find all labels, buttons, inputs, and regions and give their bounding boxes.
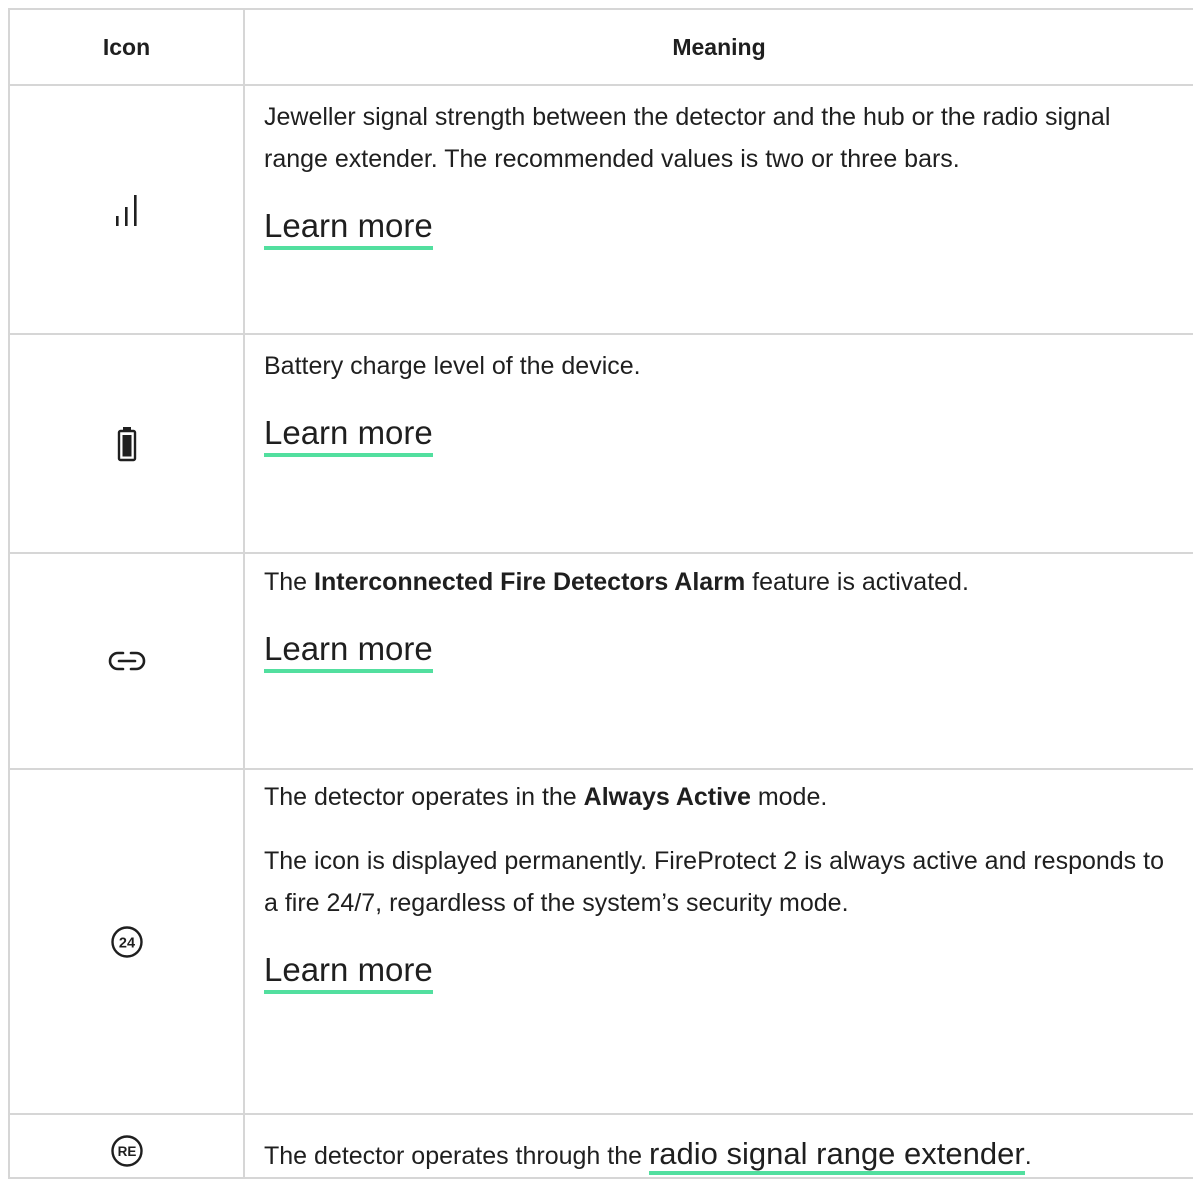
always-active-details: The icon is displayed permanently. FireP… — [264, 847, 1164, 917]
meaning-cell: The detector operates in the Always Acti… — [243, 768, 1193, 1115]
always-active-mode-name: Always Active — [583, 783, 751, 811]
learn-more-link[interactable]: Learn more — [264, 413, 433, 457]
interconnected-feature-name: Interconnected Fire Detectors Alarm — [314, 568, 746, 596]
icon-cell — [8, 84, 245, 335]
meaning-cell: Jeweller signal strength between the det… — [243, 84, 1193, 335]
battery-description: Battery charge level of the device. — [264, 352, 641, 380]
icon-cell: RE — [8, 1113, 245, 1179]
header-icon: Icon — [8, 8, 245, 86]
meaning-cell: The Interconnected Fire Detectors Alarm … — [243, 552, 1193, 770]
table-header-row: Icon Meaning — [8, 8, 1193, 86]
range-extender-icon: RE — [110, 1135, 143, 1167]
header-meaning: Meaning — [243, 8, 1193, 86]
icon-cell: 24 — [8, 768, 245, 1115]
table-row: RE The detector operates through the rad… — [8, 1113, 1193, 1179]
icon-cell — [8, 552, 245, 770]
meaning-cell: The detector operates through the radio … — [243, 1113, 1193, 1179]
meaning-cell: Battery charge level of the device. Lear… — [243, 333, 1193, 554]
signal-description: Jeweller signal strength between the det… — [264, 103, 1111, 173]
icon-cell — [8, 333, 245, 554]
range-extender-link[interactable]: radio signal range extender — [648, 1136, 1025, 1175]
battery-icon — [117, 426, 136, 461]
range-extender-icon-text: RE — [117, 1144, 136, 1159]
table-row: Battery charge level of the device. Lear… — [8, 333, 1193, 554]
table-row: The Interconnected Fire Detectors Alarm … — [8, 552, 1193, 770]
interconnected-description: The Interconnected Fire Detectors Alarm … — [264, 568, 969, 596]
link-icon — [108, 651, 145, 671]
signal-strength-icon — [115, 194, 137, 226]
table-row: Jeweller signal strength between the det… — [8, 84, 1193, 335]
icons-table: Icon Meaning Jeweller signal strength be… — [8, 8, 1193, 1179]
always-active-24-icon: 24 — [110, 925, 143, 958]
range-extender-description: The detector operates through the radio … — [264, 1133, 1165, 1177]
learn-more-link[interactable]: Learn more — [264, 629, 433, 673]
table-row: 24 The detector operates in the Always A… — [8, 768, 1193, 1115]
learn-more-link[interactable]: Learn more — [264, 950, 433, 994]
always-active-icon-text: 24 — [118, 935, 134, 951]
learn-more-link[interactable]: Learn more — [264, 206, 433, 250]
always-active-description: The detector operates in the Always Acti… — [264, 783, 828, 811]
